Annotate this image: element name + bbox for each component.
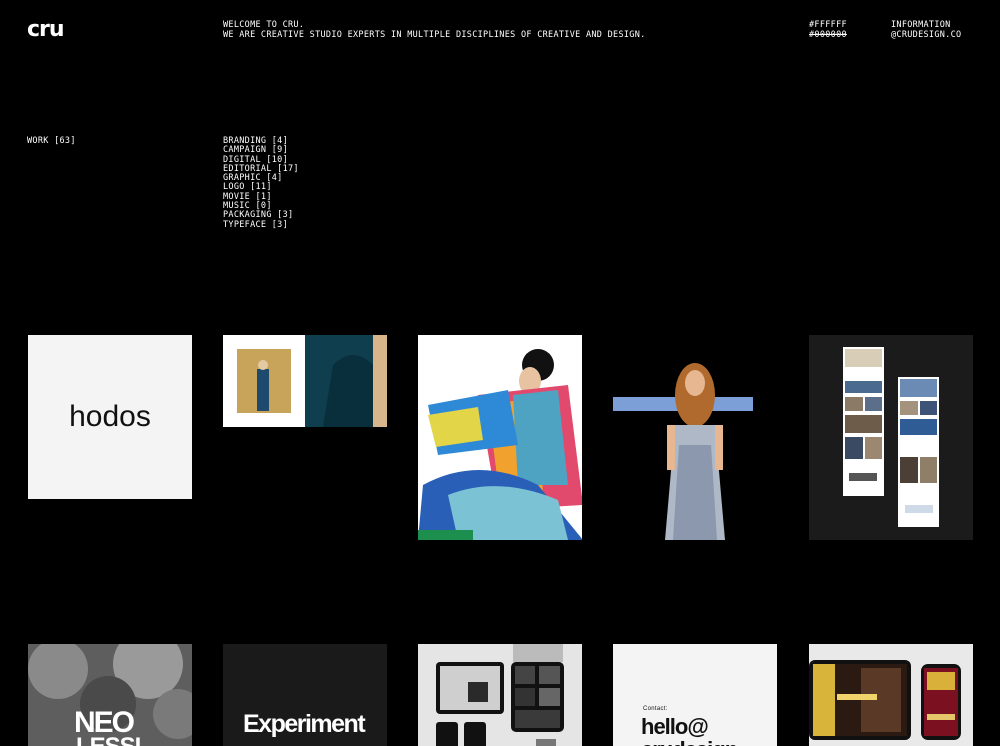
category-typeface[interactable]: TYPEFACE [3] xyxy=(223,220,299,230)
project-colorful-editorial[interactable] xyxy=(418,335,582,540)
color-toggle[interactable]: #FFFFFF #000000 xyxy=(809,20,847,41)
project-hodos[interactable]: hodos xyxy=(28,335,192,499)
logo[interactable]: cru xyxy=(27,19,65,41)
dress-campaign-image xyxy=(613,363,753,540)
project-hello-crudesign[interactable]: Contact: hello@ crudesign xyxy=(613,644,777,746)
contact-label: Contact: xyxy=(643,706,668,712)
color-dark-option[interactable]: #000000 xyxy=(809,30,847,41)
project-dress-campaign[interactable] xyxy=(613,335,777,540)
hodos-wordmark: hodos xyxy=(69,400,151,433)
work-filter[interactable]: WORK [63] xyxy=(27,136,76,147)
crudesign-text: crudesign xyxy=(641,737,738,746)
responsive-site-image xyxy=(809,660,961,740)
info-block: INFORMATION @CRUDESIGN.CO xyxy=(891,20,961,41)
project-neo-lessi[interactable]: NEO LESSI xyxy=(28,644,192,746)
experiment-wordmark: Experiment xyxy=(243,710,366,738)
intro-line-2: WE ARE CREATIVE STUDIO EXPERTS IN MULTIP… xyxy=(223,29,646,40)
lessi-text: LESSI xyxy=(76,733,141,746)
project-product-screens[interactable] xyxy=(418,644,582,746)
category-list: BRANDING [4] CAMPAIGN [9] DIGITAL [10] E… xyxy=(223,136,299,230)
product-screens-image xyxy=(436,644,564,746)
project-responsive-site[interactable] xyxy=(809,644,973,746)
project-experiment[interactable]: Experiment xyxy=(223,644,387,746)
project-fashion-portrait[interactable] xyxy=(223,335,387,427)
intro-text: WELCOME TO CRU. WE ARE CREATIVE STUDIO E… xyxy=(223,20,646,40)
project-web-layouts[interactable] xyxy=(809,335,973,540)
fashion-portrait-image xyxy=(237,335,387,427)
web-layouts-image xyxy=(843,347,939,527)
email-link[interactable]: @CRUDESIGN.CO xyxy=(891,30,961,41)
colorful-editorial-image xyxy=(418,349,582,540)
